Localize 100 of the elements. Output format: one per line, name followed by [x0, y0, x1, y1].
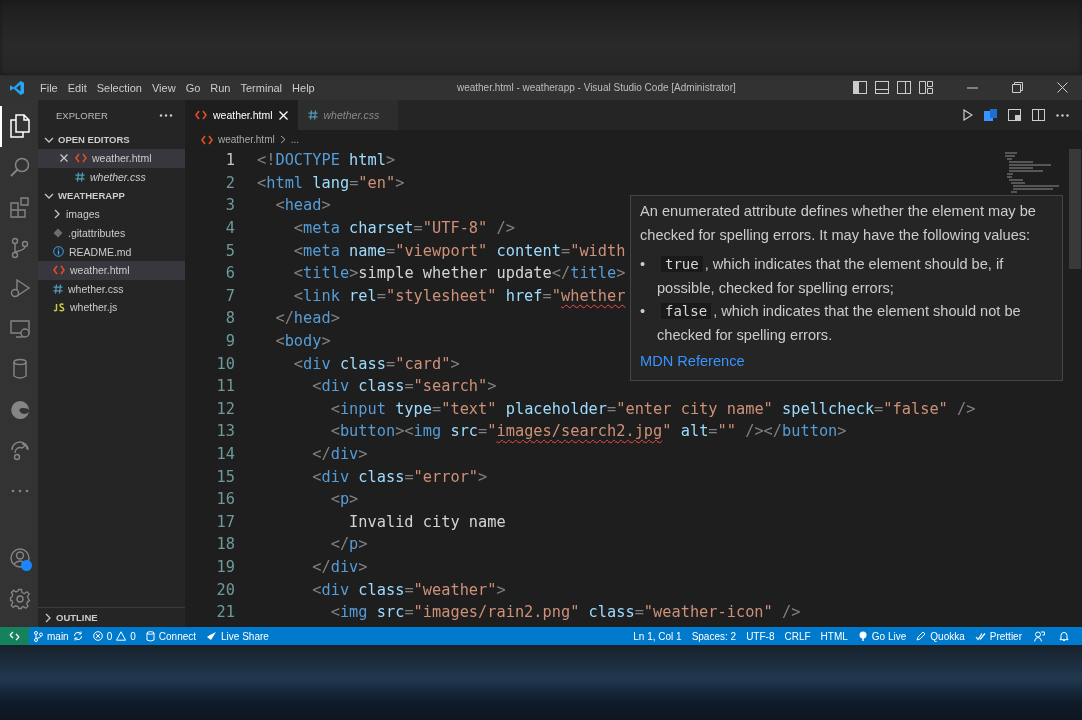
tooltip-bullet: true , which indicates that the element should be, if possible, checked for spelling errors;: [657, 255, 1005, 298]
status-item[interactable]: UTF-8: [741, 627, 780, 645]
toggle-panel-icon[interactable]: [875, 81, 889, 94]
chevron-right-icon: [53, 209, 61, 220]
code-line: <input type="text" placeholder="enter city name" spellcheck="false" />: [329, 399, 976, 418]
preview-icon[interactable]: [984, 109, 997, 121]
line-number: 4: [224, 219, 235, 238]
section-header[interactable]: OPEN EDITORS: [38, 130, 185, 149]
layout-icon[interactable]: [919, 81, 933, 94]
menu-item[interactable]: Edit: [62, 81, 92, 94]
toggle-sidebar-icon[interactable]: [853, 81, 867, 94]
bullet-marker: •: [640, 255, 647, 274]
explorer-tree-item[interactable]: whether.js: [38, 298, 185, 317]
explorer-tree-item[interactable]: .gitattributes: [38, 223, 185, 243]
open-preview-icon[interactable]: [1008, 109, 1021, 121]
git-file-icon: [53, 228, 63, 239]
problems-button[interactable]: 0 0: [87, 627, 141, 645]
tooltip-text: An enumerated attribute defines whether the element may be checked for spelling errors. It may have the following values:: [640, 202, 1037, 245]
menu-item[interactable]: File: [35, 81, 63, 94]
line-number: 17: [215, 512, 235, 531]
explorer-tree-item[interactable]: weather.html: [38, 260, 185, 280]
code-line: <meta name="viewport" content="width: [292, 241, 626, 260]
status-item[interactable]: Ln 1, Col 1: [628, 627, 687, 645]
status-item[interactable]: HTML: [815, 627, 853, 645]
code-line: <button><img src="images/search2.jpg" alt="" /></button>: [329, 422, 847, 441]
status-item[interactable]: Live Share: [201, 627, 274, 645]
split-editor-icon[interactable]: [1032, 109, 1045, 121]
line-number: 7: [224, 286, 235, 305]
close-icon[interactable]: [60, 154, 68, 163]
code-line: </p>: [329, 535, 368, 554]
settings-icon: [9, 587, 31, 610]
hash-file-icon: [53, 283, 63, 294]
restore-icon[interactable]: [1012, 82, 1023, 93]
line-number: 11: [215, 377, 235, 396]
html-file-icon: [201, 134, 213, 145]
close-icon[interactable]: [1057, 82, 1068, 93]
line-number: 20: [215, 580, 235, 599]
explorer-tree-item[interactable]: README.md: [38, 242, 185, 261]
tooltip-bullet: false , which indicates that the element should not be checked for spelling errors.: [657, 302, 1022, 345]
bell-icon[interactable]: [1059, 630, 1069, 642]
more-icon: [10, 488, 30, 493]
section-header[interactable]: WEATHERAPP: [38, 186, 185, 206]
code-line: </div>: [311, 558, 368, 576]
minimize-icon[interactable]: [967, 86, 978, 89]
code-line: <p>: [329, 490, 359, 509]
line-number: 13: [215, 422, 235, 441]
open-editor-item[interactable]: weather.html: [38, 149, 185, 168]
editor-tab[interactable]: weather.html: [185, 100, 298, 130]
line-number: 18: [215, 535, 235, 554]
toggle-secondary-sidebar-icon[interactable]: [897, 81, 911, 94]
remote-icon: [9, 631, 20, 641]
feedback-icon[interactable]: [1034, 630, 1045, 642]
status-item[interactable]: Spaces: 2: [686, 627, 742, 645]
code-line: <head>: [274, 196, 331, 215]
more-icon[interactable]: [159, 113, 173, 117]
breadcrumb-item[interactable]: ...: [290, 134, 300, 145]
check-double-icon: [974, 631, 986, 641]
open-editor-item[interactable]: whether.css: [38, 167, 185, 187]
html-file-icon: [53, 265, 65, 276]
status-item[interactable]: Go Live: [852, 627, 912, 645]
line-number: 12: [215, 399, 235, 418]
mdn-reference-link[interactable]: MDN Reference: [640, 350, 745, 374]
code-line: </div>: [311, 445, 368, 463]
pencil-icon: [916, 631, 927, 641]
status-item[interactable]: Quokka: [911, 627, 970, 645]
chevron-right-icon: [279, 135, 286, 144]
code-line: </head>: [274, 309, 340, 328]
status-item[interactable]: Connect: [140, 627, 202, 645]
menu-item[interactable]: View: [146, 81, 181, 94]
hash-file-icon: [75, 171, 85, 182]
remote-explorer-icon: [9, 317, 31, 340]
explorer-tree-item[interactable]: whether.css: [38, 279, 185, 299]
editor-tab[interactable]: whether.css: [297, 100, 398, 130]
code-line: <div class="card">: [292, 354, 460, 373]
search-icon: [9, 155, 31, 178]
code-line: <meta charset="UTF-8" />: [292, 219, 515, 238]
code-line: <!DOCTYPE html>: [257, 151, 396, 170]
broadcast-icon: [857, 631, 868, 641]
source-control-icon: [9, 236, 31, 259]
scrollbar-thumb[interactable]: [1069, 149, 1081, 269]
warning-icon: [116, 631, 127, 641]
menu-item[interactable]: Help: [287, 81, 320, 94]
folder-tree-item[interactable]: images: [38, 205, 185, 224]
code-line: <title>simple whether update</title>: [292, 264, 626, 283]
status-item[interactable]: CRLF: [779, 627, 816, 645]
menu-item[interactable]: Run: [205, 81, 236, 94]
files-icon: [9, 114, 31, 139]
more-icon[interactable]: [1056, 113, 1069, 117]
run-icon[interactable]: [963, 109, 973, 121]
menu-item[interactable]: Selection: [91, 81, 147, 94]
breadcrumb-item[interactable]: weather.html: [218, 134, 275, 145]
code-line: <div class="search">: [311, 377, 497, 396]
line-number: 10: [215, 354, 235, 373]
line-number: 6: [224, 264, 235, 283]
menu-item[interactable]: Go: [180, 81, 206, 94]
branch-button[interactable]: main: [29, 627, 88, 645]
remote-button[interactable]: [0, 627, 29, 645]
status-item[interactable]: Prettier: [969, 627, 1027, 645]
code-line: <body>: [274, 332, 331, 351]
menu-item[interactable]: Terminal: [235, 81, 288, 94]
